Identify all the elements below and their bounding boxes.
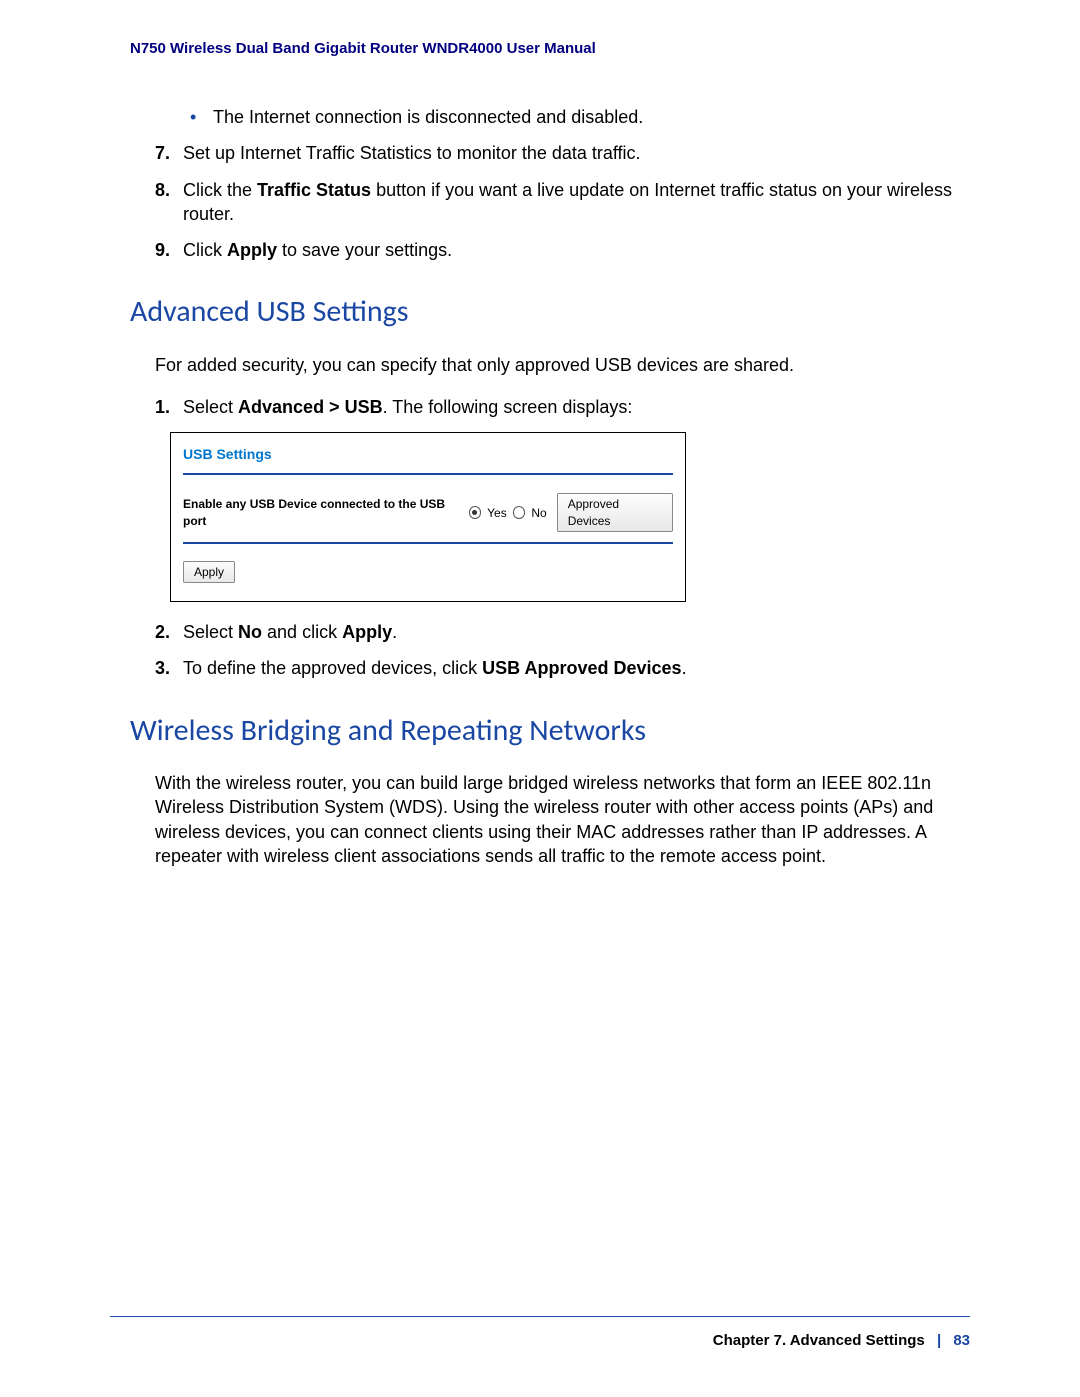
usb-step-1-text: Select Advanced > USB. The following scr… <box>183 395 970 419</box>
bullet-text: The Internet connection is disconnected … <box>213 107 643 127</box>
step-7: 7. Set up Internet Traffic Statistics to… <box>155 141 970 165</box>
usb-step-2-num: 2. <box>155 620 183 644</box>
usb-intro-para: For added security, you can specify that… <box>155 353 970 377</box>
usb-divider-top <box>183 473 673 475</box>
step-7-num: 7. <box>155 141 183 165</box>
usb-step-3-text: To define the approved devices, click US… <box>183 656 970 680</box>
usb-radio-no-label: No <box>531 505 546 521</box>
page: N750 Wireless Dual Band Gigabit Router W… <box>0 0 1080 1397</box>
footer-separator: | <box>937 1332 941 1349</box>
usb-step-2: 2. Select No and click Apply. <box>155 620 970 644</box>
usb-enable-label: Enable any USB Device connected to the U… <box>183 496 463 528</box>
step-9-text: Click Apply to save your settings. <box>183 238 970 262</box>
usb-apply-button[interactable]: Apply <box>183 561 235 583</box>
usb-radio-yes[interactable] <box>469 506 482 519</box>
usb-radio-yes-label: Yes <box>487 505 507 521</box>
footer-chapter: Chapter 7. Advanced Settings <box>713 1332 925 1349</box>
footer-page-number: 83 <box>953 1332 970 1349</box>
usb-enable-row: Enable any USB Device connected to the U… <box>183 493 673 531</box>
usb-step-3: 3. To define the approved devices, click… <box>155 656 970 680</box>
wireless-bridging-para: With the wireless router, you can build … <box>155 771 970 868</box>
usb-step-3-num: 3. <box>155 656 183 680</box>
usb-step-2-text: Select No and click Apply. <box>183 620 970 644</box>
usb-settings-title: USB Settings <box>183 445 673 464</box>
footer-divider <box>110 1316 970 1317</box>
step-8-num: 8. <box>155 178 183 202</box>
usb-step-1-num: 1. <box>155 395 183 419</box>
page-footer: Chapter 7. Advanced Settings | 83 <box>713 1332 970 1349</box>
bullet-disconnected: The Internet connection is disconnected … <box>190 105 970 129</box>
step-9-num: 9. <box>155 238 183 262</box>
heading-wireless-bridging: Wireless Bridging and Repeating Networks <box>130 711 970 752</box>
approved-devices-button[interactable]: Approved Devices <box>557 493 673 531</box>
heading-advanced-usb: Advanced USB Settings <box>130 292 970 333</box>
step-8: 8. Click the Traffic Status button if yo… <box>155 178 970 227</box>
step-7-text: Set up Internet Traffic Statistics to mo… <box>183 141 970 165</box>
step-8-text: Click the Traffic Status button if you w… <box>183 178 970 227</box>
body-content: The Internet connection is disconnected … <box>130 105 970 868</box>
manual-header: N750 Wireless Dual Band Gigabit Router W… <box>130 40 970 57</box>
usb-radio-no[interactable] <box>513 506 526 519</box>
usb-step-1: 1. Select Advanced > USB. The following … <box>155 395 970 419</box>
step-9: 9. Click Apply to save your settings. <box>155 238 970 262</box>
usb-settings-screenshot: USB Settings Enable any USB Device conne… <box>170 432 686 602</box>
usb-divider-bottom <box>183 542 673 544</box>
